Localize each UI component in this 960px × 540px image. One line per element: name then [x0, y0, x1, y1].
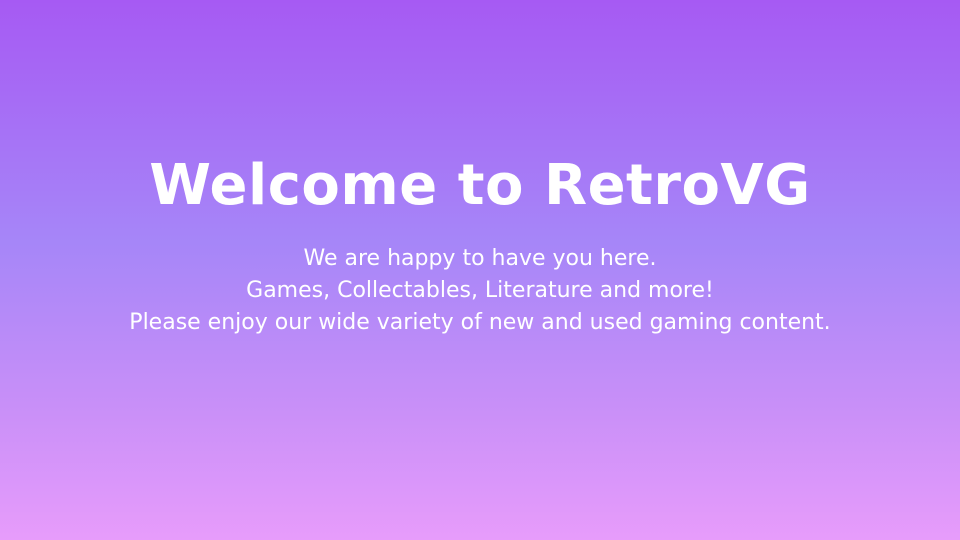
page-title: Welcome to RetroVG	[149, 153, 811, 218]
welcome-line-variety: Please enjoy our wide variety of new and…	[129, 310, 831, 335]
welcome-subtitle: We are happy to have you here. Games, Co…	[0, 243, 960, 339]
welcome-line-greeting: We are happy to have you here.	[303, 246, 657, 271]
welcome-hero: Welcome to RetroVG We are happy to have …	[0, 0, 960, 540]
welcome-line-categories: Games, Collectables, Literature and more…	[246, 278, 714, 303]
